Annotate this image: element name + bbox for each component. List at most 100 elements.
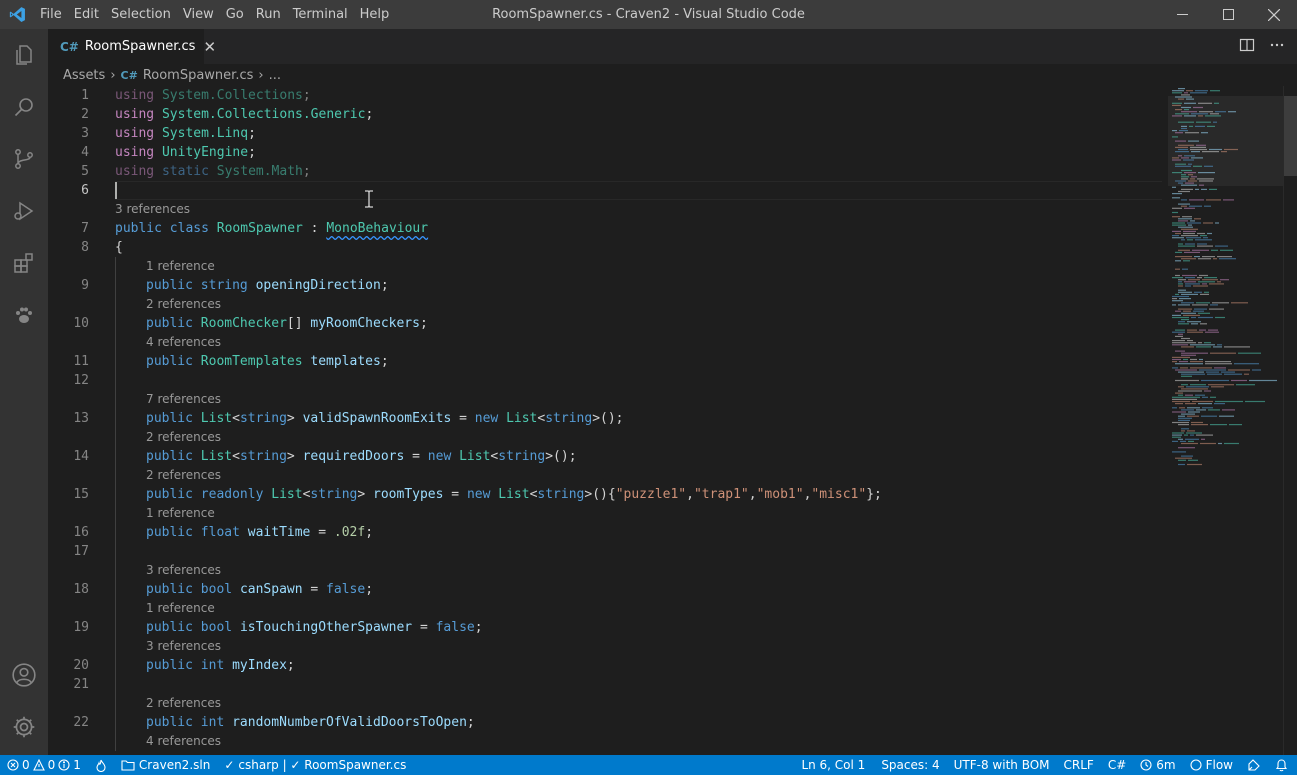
run-debug-icon[interactable]: [0, 185, 48, 237]
codelens-link[interactable]: 2 references: [146, 428, 221, 447]
minimap-line: [1175, 165, 1191, 167]
minimap-line: [1187, 415, 1199, 417]
breadcrumb-file[interactable]: RoomSpawner.cs: [143, 68, 254, 83]
codelens-link[interactable]: 7 references: [146, 390, 221, 409]
flow-indicator[interactable]: Flow: [1183, 755, 1240, 775]
close-window-button[interactable]: [1251, 0, 1297, 29]
code-token: =: [302, 582, 327, 597]
source-control-icon[interactable]: [0, 133, 48, 185]
tab-label: RoomSpawner.cs: [84, 39, 196, 54]
menu-go[interactable]: Go: [220, 0, 250, 29]
maximize-button[interactable]: [1205, 0, 1251, 29]
minimap-line: [1190, 361, 1203, 363]
end-of-line[interactable]: CRLF: [1057, 755, 1101, 775]
flame-icon[interactable]: [88, 755, 114, 775]
code-text: public int randomNumberOfValidDoorsToOpe…: [146, 713, 475, 732]
codelens-link[interactable]: 4 references: [146, 333, 221, 352]
minimap-line: [1181, 373, 1205, 375]
minimap-line: [1172, 436, 1181, 438]
breadcrumb-folder[interactable]: Assets: [63, 68, 105, 83]
line-number: 3: [81, 126, 89, 141]
minimap-line: [1185, 277, 1195, 279]
cursor-position[interactable]: Ln 6, Col 1: [792, 755, 874, 775]
chevron-right-icon: ›: [258, 67, 264, 83]
close-tab-icon[interactable]: ✕: [203, 38, 216, 56]
code-token: class: [169, 221, 209, 236]
menu-run[interactable]: Run: [250, 0, 287, 29]
codelens-link[interactable]: 3 references: [115, 200, 190, 219]
codelens-link[interactable]: 1 reference: [146, 599, 215, 618]
minimap-line: [1198, 281, 1215, 283]
minimap-line: [1215, 316, 1225, 319]
code-token: int: [200, 715, 225, 730]
paw-icon[interactable]: [0, 289, 48, 341]
minimap-line: [1175, 180, 1186, 182]
codelens-link[interactable]: 4 references: [146, 732, 221, 751]
minimize-button[interactable]: [1159, 0, 1205, 29]
tab-roomspawner[interactable]: C# RoomSpawner.cs ✕: [48, 29, 216, 64]
language-mode[interactable]: C#: [1101, 755, 1133, 775]
code-line: 16 public float waitTime = .02f;: [48, 523, 1168, 542]
minimap-line: [1178, 291, 1192, 293]
csharp-file-icon: C#: [60, 39, 79, 54]
line-number: 7: [81, 221, 89, 236]
minimap-line: [1195, 90, 1208, 92]
minimap-line: [1183, 230, 1196, 232]
error-count: 0: [22, 758, 30, 772]
menu-file[interactable]: File: [34, 0, 68, 29]
minimap-line: [1181, 106, 1191, 109]
minimap-line: [1199, 111, 1213, 113]
notifications-bell-icon[interactable]: [1268, 755, 1297, 775]
codelens-link[interactable]: 1 reference: [146, 504, 215, 523]
codelens-references: 2 references: [48, 295, 1168, 314]
indentation[interactable]: Spaces: 4: [874, 755, 946, 775]
mouse-ibeam-cursor-icon: [363, 190, 375, 208]
more-actions-icon[interactable]: [1269, 37, 1285, 57]
manage-gear-icon[interactable]: [0, 701, 48, 753]
minimap-line: [1231, 379, 1247, 382]
menu-selection[interactable]: Selection: [105, 0, 177, 29]
codelens-references: 4 references: [48, 732, 1168, 751]
feedback-icon[interactable]: [1240, 755, 1268, 775]
vertical-scrollbar[interactable]: [1283, 86, 1297, 755]
project-status[interactable]: ✓ csharp | ✓ RoomSpawner.cs: [217, 755, 413, 775]
search-icon[interactable]: [0, 81, 48, 133]
codelens-link[interactable]: 3 references: [146, 561, 221, 580]
codelens-link[interactable]: 2 references: [146, 466, 221, 485]
encoding[interactable]: UTF-8 with BOM: [947, 755, 1057, 775]
extensions-icon[interactable]: [0, 237, 48, 289]
breadcrumb-more[interactable]: ...: [269, 68, 281, 83]
minimap-line: [1180, 367, 1188, 369]
codelens-link[interactable]: 3 references: [146, 637, 221, 656]
codelens-link[interactable]: 1 reference: [146, 257, 215, 276]
minimap-line: [1175, 403, 1183, 405]
time-tracker[interactable]: 6m: [1133, 755, 1182, 775]
problems-indicator[interactable]: 0 0 1: [0, 755, 88, 775]
minimap-line: [1181, 239, 1185, 241]
menu-terminal[interactable]: Terminal: [287, 0, 354, 29]
minimap-line: [1181, 409, 1194, 411]
code-text: {: [115, 238, 123, 257]
minimap-line: [1181, 125, 1187, 127]
code-token: public: [146, 658, 193, 673]
minimap-line: [1172, 90, 1184, 92]
minimap-line: [1181, 430, 1185, 432]
minimap-line: [1185, 394, 1193, 396]
menu-edit[interactable]: Edit: [68, 0, 105, 29]
minimap-line: [1202, 407, 1213, 409]
explorer-icon[interactable]: [0, 29, 48, 81]
codelens-link[interactable]: 2 references: [146, 295, 221, 314]
menu-view[interactable]: View: [177, 0, 220, 29]
solution-selector[interactable]: Craven2.sln: [114, 755, 217, 775]
minimap[interactable]: [1168, 86, 1297, 755]
codelens-link[interactable]: 2 references: [146, 694, 221, 713]
split-editor-icon[interactable]: [1239, 37, 1255, 57]
menu-help[interactable]: Help: [354, 0, 396, 29]
accounts-icon[interactable]: [0, 649, 48, 701]
minimap-line: [1186, 237, 1201, 239]
code-editor[interactable]: 1 using System.Collections; 2 using System.…: [48, 86, 1168, 755]
minimap-line: [1209, 148, 1222, 151]
scrollbar-thumb[interactable]: [1284, 96, 1297, 176]
